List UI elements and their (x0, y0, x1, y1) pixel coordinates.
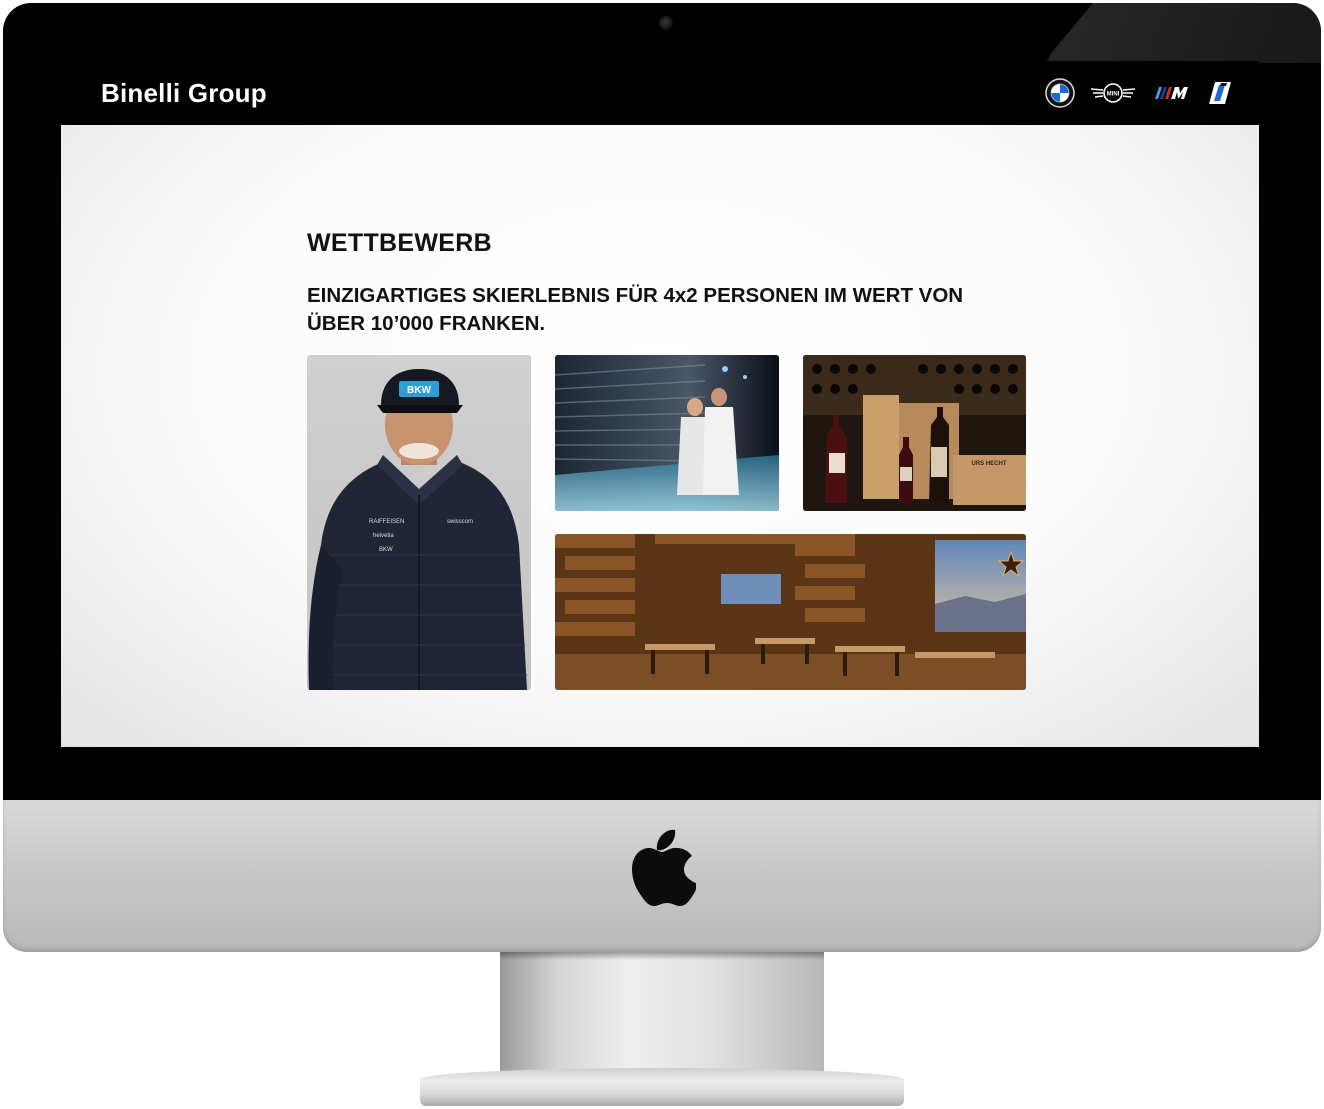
site-header: Binelli Group MINI (61, 61, 1259, 125)
svg-text:MINI: MINI (1107, 92, 1120, 98)
crate-label: URS HECHT (971, 461, 1006, 467)
brand-logos: MINI (1045, 78, 1233, 108)
badge-1: RAIFFEISEN (369, 519, 404, 525)
imac-stand-foot (420, 1068, 904, 1106)
brand-title[interactable]: Binelli Group (101, 78, 267, 109)
stand-shadow (500, 952, 824, 960)
spa-photo[interactable] (555, 355, 779, 511)
page-title: WETTBEWERB (307, 229, 492, 257)
badge-2: helvetia (373, 533, 394, 539)
screen: Binelli Group MINI WETTBEWERB EINZIGARTI… (61, 61, 1259, 747)
m-logo-icon[interactable] (1151, 83, 1193, 103)
bezel-glare (1043, 3, 1321, 63)
wine-photo[interactable]: URS HECHT (803, 355, 1026, 511)
skier-photo[interactable]: BKW RAIFFEISEN helvetia BKW swisscom (307, 355, 531, 690)
badge-3: BKW (379, 547, 393, 553)
webcam (659, 16, 673, 30)
main-content: WETTBEWERB EINZIGARTIGES SKIERLEBNIS FÜR… (307, 229, 1027, 338)
apple-logo-icon (632, 829, 696, 906)
restaurant-photo[interactable] (555, 534, 1026, 690)
cap-logo-text: BKW (407, 385, 431, 396)
page-subtitle: EINZIGARTIGES SKIERLEBNIS FÜR 4x2 PERSON… (307, 284, 964, 335)
mini-logo-icon[interactable]: MINI (1089, 82, 1137, 104)
badge-4: swisscom (447, 519, 473, 525)
bmw-i-logo-icon[interactable] (1207, 80, 1233, 106)
imac-stand (500, 952, 824, 1072)
image-gallery: BKW RAIFFEISEN helvetia BKW swisscom URS… (307, 355, 1027, 691)
bmw-logo-icon[interactable] (1045, 78, 1075, 108)
